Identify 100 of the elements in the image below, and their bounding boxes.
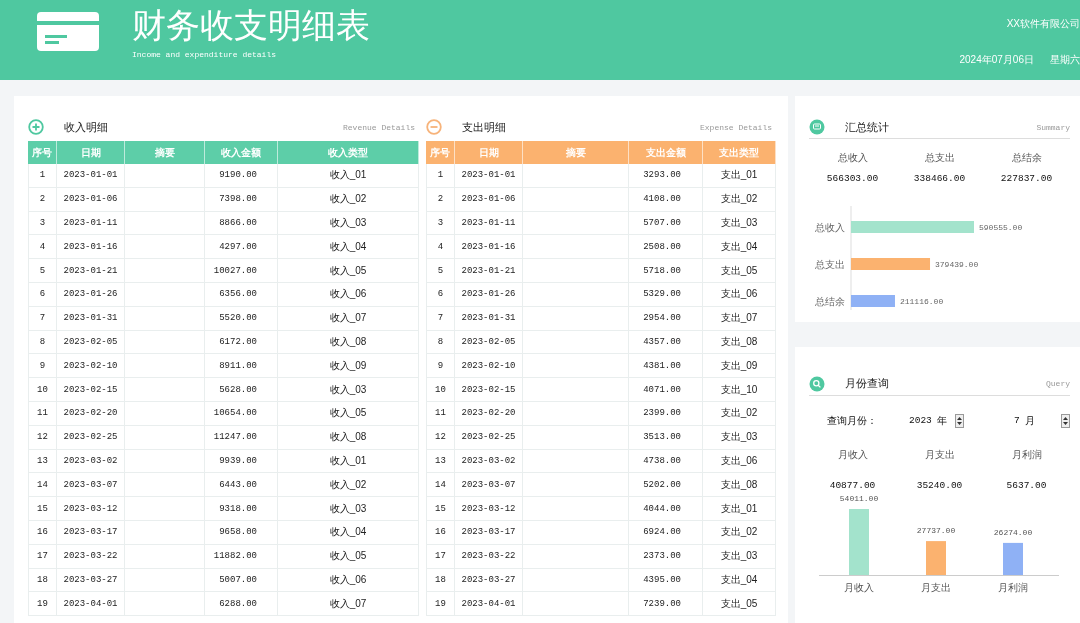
table-cell: 13 xyxy=(28,449,57,473)
table-cell: 2023-01-26 xyxy=(57,283,125,306)
bar-value-label: 26274.00 xyxy=(993,527,1033,537)
table-cell: 6924.00 xyxy=(629,520,703,544)
section-subtitle: Expense Details xyxy=(700,122,772,132)
table-cell: 收入_05 xyxy=(278,401,419,425)
column-header: 序号 xyxy=(28,141,57,164)
table-cell: 15 xyxy=(426,497,455,520)
month-field[interactable]: 7 月 xyxy=(1014,413,1035,428)
table-cell: 10 xyxy=(28,378,57,401)
chart-bar xyxy=(1003,542,1023,575)
section-title: 收入明细 xyxy=(64,119,108,135)
table-cell: 8911.00 xyxy=(205,354,278,378)
axis-label: 月收入 xyxy=(844,581,874,593)
stat-label: 月支出 xyxy=(924,447,955,462)
table-cell: 2023-01-01 xyxy=(455,164,523,187)
table-cell: 2023-02-20 xyxy=(455,401,523,425)
table-cell: 4044.00 xyxy=(629,497,703,520)
table-cell: 支出_01 xyxy=(703,497,776,520)
table-cell: 10654.00 xyxy=(205,401,278,425)
stat-value: 40877.00 xyxy=(829,479,876,491)
table-cell: 收入_01 xyxy=(278,164,419,187)
table-cell: 4381.00 xyxy=(629,354,703,378)
table-cell: 2023-02-05 xyxy=(455,330,523,354)
plus-circle-icon xyxy=(28,119,44,135)
table-cell: 2023-03-22 xyxy=(455,544,523,568)
table-cell: 16 xyxy=(28,520,57,544)
table-cell: 2954.00 xyxy=(629,306,703,330)
table-cell: 5329.00 xyxy=(629,283,703,306)
weekday-text: 星期六 xyxy=(1050,53,1080,67)
column-header: 支出金额 xyxy=(629,141,703,164)
axis-label: 总结余 xyxy=(815,296,845,307)
column-header: 支出类型 xyxy=(703,141,776,164)
table-cell: 3513.00 xyxy=(629,425,703,449)
table-cell: 6 xyxy=(28,283,57,306)
stat-value: 338466.00 xyxy=(913,173,966,184)
table-cell: 收入_02 xyxy=(278,473,419,497)
table-cell: 2023-03-22 xyxy=(57,544,125,568)
table-cell: 支出_10 xyxy=(703,378,776,401)
stat-value: 227837.00 xyxy=(1000,173,1053,184)
stat-label: 总支出 xyxy=(924,151,955,165)
table-cell: 9 xyxy=(28,354,57,378)
table-cell: 3293.00 xyxy=(629,164,703,187)
card-icon xyxy=(37,12,99,51)
app-subtitle: Income and expenditure details xyxy=(132,50,278,59)
column-header: 收入金额 xyxy=(205,141,278,164)
year-field[interactable]: 2023 年 xyxy=(909,413,947,428)
table-cell: 4357.00 xyxy=(629,330,703,354)
table-cell: 6443.00 xyxy=(205,473,278,497)
bar-value-label: 590555.00 xyxy=(979,223,1023,232)
table-cell: 5007.00 xyxy=(205,568,278,592)
table-cell: 2023-02-20 xyxy=(57,401,125,425)
table-cell: 2023-01-21 xyxy=(57,259,125,282)
table-cell: 支出_08 xyxy=(703,473,776,497)
table-cell: 17 xyxy=(28,544,57,568)
table-cell: 2023-01-06 xyxy=(455,187,523,211)
table-cell: 支出_02 xyxy=(703,187,776,211)
table-cell: 9 xyxy=(426,354,455,378)
table-cell: 9318.00 xyxy=(205,497,278,520)
stat-label: 月收入 xyxy=(837,447,868,462)
table-cell: 2023-01-06 xyxy=(57,187,125,211)
table-cell: 收入_07 xyxy=(278,592,419,616)
section-title: 月份查询 xyxy=(845,376,889,392)
table-cell: 2023-02-25 xyxy=(57,425,125,449)
table-cell: 收入_03 xyxy=(278,497,419,520)
axis-label: 月利润 xyxy=(998,581,1028,593)
table-cell: 2023-01-11 xyxy=(455,211,523,235)
spin-button[interactable] xyxy=(1060,413,1070,428)
table-cell: 支出_01 xyxy=(703,164,776,187)
table-cell: 15 xyxy=(28,497,57,520)
table-cell: 9190.00 xyxy=(205,164,278,187)
table-cell: 2023-03-07 xyxy=(455,473,523,497)
axis-label: 总收入 xyxy=(815,222,845,233)
table-cell: 2023-03-02 xyxy=(57,449,125,473)
date-text: 2024年07月06日 xyxy=(959,53,1034,67)
bar-value-label: 211116.00 xyxy=(899,297,944,306)
table-cell: 2023-01-11 xyxy=(57,211,125,235)
search-icon xyxy=(809,375,825,392)
table-cell: 2023-03-27 xyxy=(57,568,125,592)
table-cell: 4738.00 xyxy=(629,449,703,473)
company-name: XX软件有限公司 xyxy=(1006,17,1080,31)
section-title: 支出明细 xyxy=(462,119,506,135)
spin-button[interactable] xyxy=(954,413,964,428)
table-cell: 支出_04 xyxy=(703,568,776,592)
table-cell: 2 xyxy=(28,187,57,211)
axis-label: 月支出 xyxy=(921,581,951,593)
table-cell: 收入_08 xyxy=(278,330,419,354)
table-cell: 2023-01-31 xyxy=(57,306,125,330)
table-cell: 7 xyxy=(28,306,57,330)
section-subtitle: Revenue Details xyxy=(343,122,415,132)
table-cell: 支出_05 xyxy=(703,592,776,616)
table-cell: 4297.00 xyxy=(205,235,278,259)
table-cell: 2023-03-12 xyxy=(455,497,523,520)
table-cell: 支出_03 xyxy=(703,211,776,235)
table-cell: 11882.00 xyxy=(205,544,278,568)
table-cell: 8 xyxy=(426,330,455,354)
field-label: 查询月份： xyxy=(827,413,878,428)
table-cell: 16 xyxy=(426,520,455,544)
table-cell: 7398.00 xyxy=(205,187,278,211)
table-cell: 11 xyxy=(28,401,57,425)
